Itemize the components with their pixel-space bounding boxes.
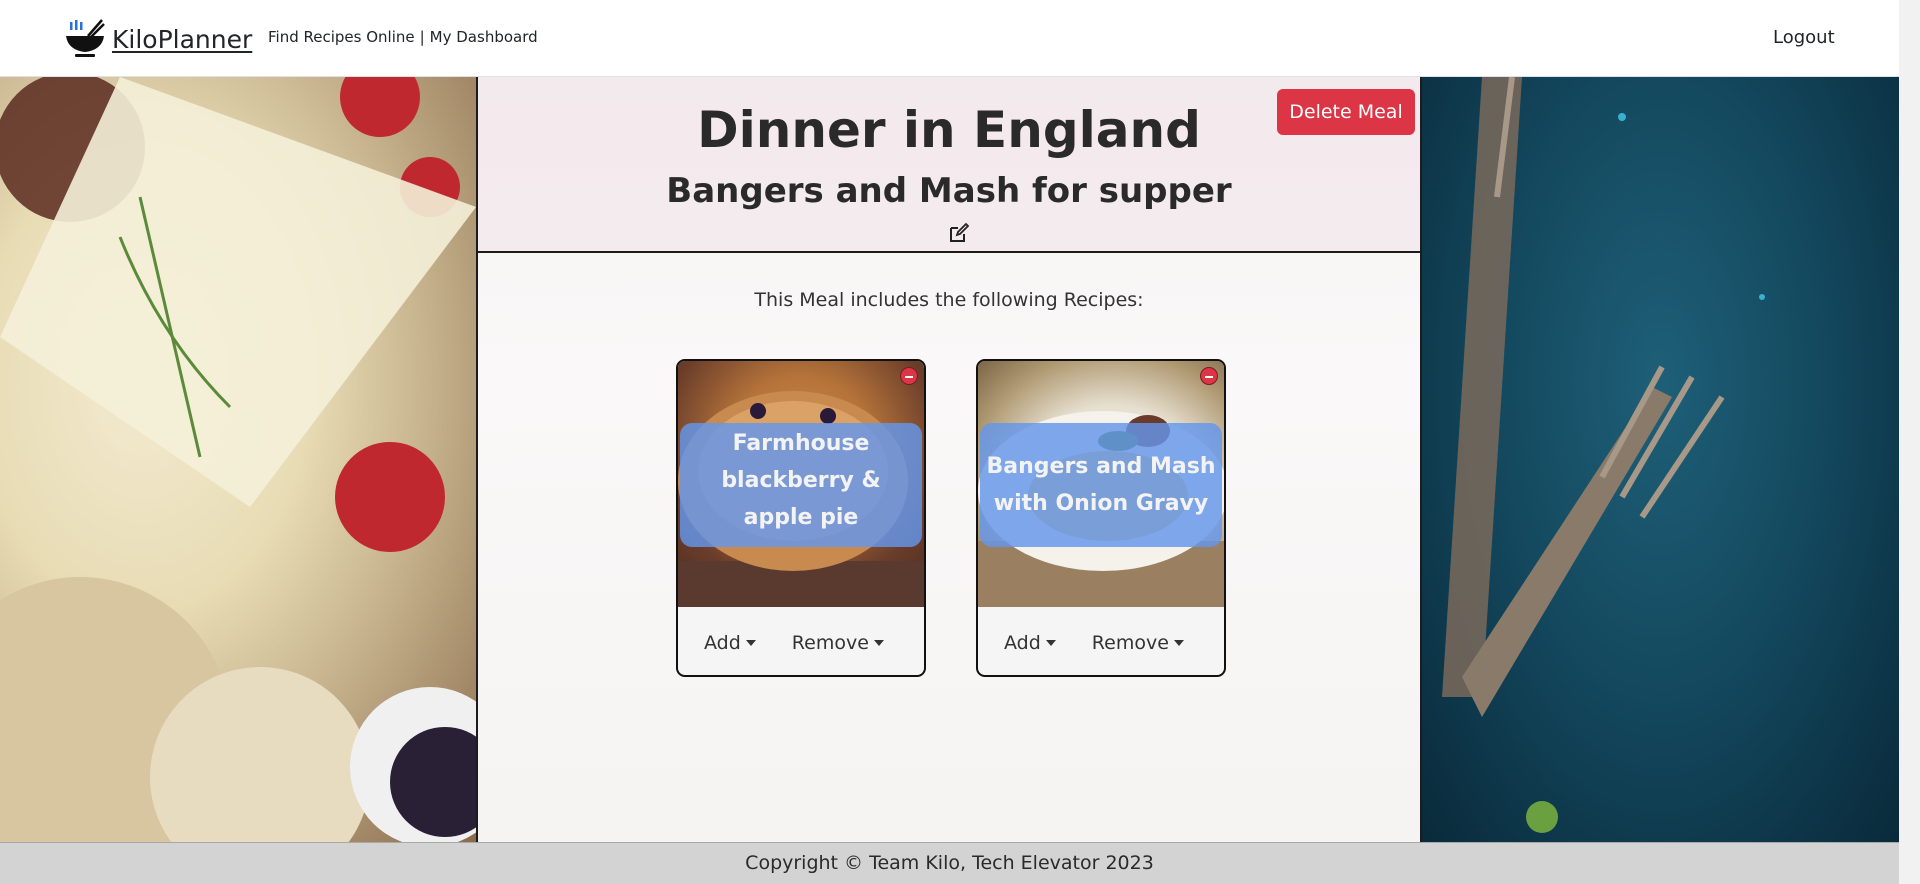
recipe-card[interactable]: Bangers and Mash with Onion Gravy Add Re… [976, 359, 1226, 677]
remove-dropdown-label: Remove [791, 632, 869, 654]
navbar: KiloPlanner Find Recipes Online | My Das… [0, 0, 1899, 77]
meal-description: Bangers and Mash for supper [666, 171, 1232, 211]
recipe-title[interactable]: Bangers and Mash with Onion Gravy [980, 423, 1222, 547]
delete-meal-button[interactable]: Delete Meal [1277, 89, 1415, 135]
background-image-right [1422, 77, 1899, 842]
caret-down-icon [1173, 640, 1184, 646]
remove-recipe-icon[interactable] [900, 367, 918, 385]
nav-separator: | [419, 28, 425, 46]
nav-links: Find Recipes Online | My Dashboard [268, 28, 538, 46]
caret-down-icon [873, 640, 884, 646]
page-scrollbar[interactable] [1899, 0, 1920, 884]
meal-panel: Dinner in England Bangers and Mash for s… [476, 77, 1422, 842]
meal-header: Dinner in England Bangers and Mash for s… [478, 77, 1420, 253]
remove-recipe-icon[interactable] [1200, 367, 1218, 385]
background-image-left [0, 77, 476, 842]
bowl-chopsticks-icon [66, 19, 105, 57]
brand-link[interactable]: KiloPlanner [64, 18, 252, 60]
recipes-intro-text: This Meal includes the following Recipes… [754, 289, 1144, 311]
footer: Copyright © Team Kilo, Tech Elevator 202… [0, 842, 1899, 884]
recipe-card[interactable]: Farmhouse blackberry & apple pie Add Rem… [676, 359, 926, 677]
caret-down-icon [745, 640, 756, 646]
logout-link[interactable]: Logout [1773, 27, 1835, 48]
add-dropdown-label: Add [1004, 632, 1041, 654]
remove-dropdown-label: Remove [1091, 632, 1169, 654]
recipe-actions: Add Remove [678, 609, 924, 675]
remove-dropdown[interactable]: Remove [792, 632, 884, 654]
add-dropdown[interactable]: Add [1004, 632, 1056, 654]
edit-icon[interactable] [948, 222, 970, 244]
add-dropdown-label: Add [704, 632, 741, 654]
recipe-title[interactable]: Farmhouse blackberry & apple pie [680, 423, 922, 547]
copyright-text: Copyright © Team Kilo, Tech Elevator 202… [745, 852, 1154, 874]
nav-dashboard-link[interactable]: My Dashboard [430, 28, 538, 46]
caret-down-icon [1045, 640, 1056, 646]
add-dropdown[interactable]: Add [704, 632, 756, 654]
recipe-actions: Add Remove [978, 609, 1224, 675]
nav-find-recipes-link[interactable]: Find Recipes Online [268, 28, 415, 46]
remove-dropdown[interactable]: Remove [1092, 632, 1184, 654]
brand-name[interactable]: KiloPlanner [112, 25, 252, 54]
